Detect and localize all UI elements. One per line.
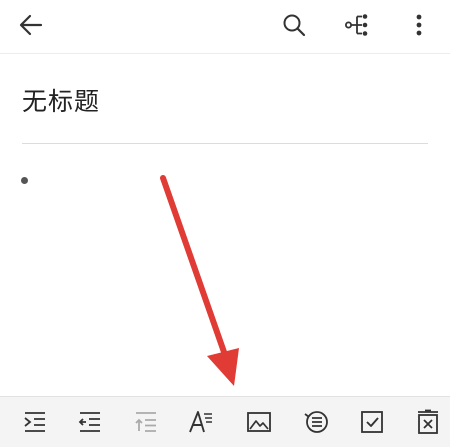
mind-map-icon bbox=[345, 14, 368, 36]
list-button[interactable] bbox=[303, 409, 329, 435]
more-options-button[interactable] bbox=[404, 10, 434, 40]
topbar-divider bbox=[0, 53, 450, 54]
annotation-arrow bbox=[160, 175, 239, 386]
indent-button[interactable] bbox=[22, 409, 48, 435]
checkbox-button[interactable] bbox=[359, 409, 385, 435]
note-title[interactable]: 无标题 bbox=[22, 82, 100, 118]
bulleted-list-icon bbox=[304, 411, 328, 433]
insert-image-button[interactable] bbox=[246, 409, 272, 435]
mind-map-button[interactable] bbox=[342, 10, 372, 40]
top-app-bar bbox=[0, 0, 450, 52]
text-format-icon bbox=[189, 411, 212, 433]
back-button[interactable] bbox=[16, 10, 46, 40]
delete-box-icon bbox=[418, 409, 438, 434]
back-arrow-icon bbox=[19, 14, 43, 36]
image-icon bbox=[247, 412, 271, 432]
more-vertical-icon bbox=[416, 14, 422, 36]
indent-icon bbox=[24, 412, 45, 432]
outdent-button[interactable] bbox=[77, 409, 103, 435]
move-up-disabled-icon bbox=[135, 412, 156, 432]
search-icon bbox=[283, 14, 306, 37]
checkbox-icon bbox=[361, 411, 383, 433]
bullet-point[interactable] bbox=[21, 177, 28, 184]
search-button[interactable] bbox=[279, 10, 309, 40]
text-format-button[interactable] bbox=[188, 409, 214, 435]
title-divider bbox=[22, 143, 428, 144]
bottom-toolbar bbox=[0, 396, 450, 447]
delete-item-button[interactable] bbox=[415, 409, 441, 435]
move-up-button[interactable] bbox=[133, 409, 159, 435]
outdent-icon bbox=[78, 412, 100, 432]
